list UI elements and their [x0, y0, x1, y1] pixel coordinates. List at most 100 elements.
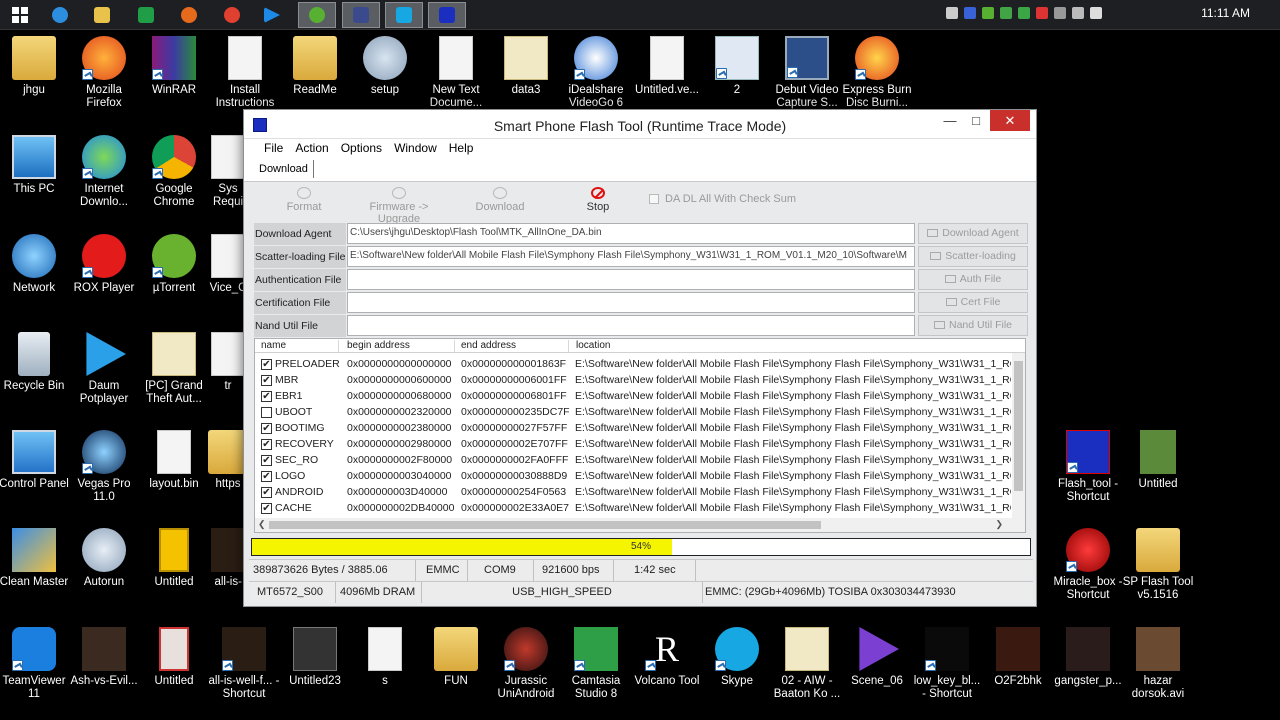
table-row[interactable]: ✔ EBR1 0x0000000000680000 0x000000000068…: [255, 388, 1015, 404]
horizontal-scrollbar[interactable]: ❮ ❯: [255, 518, 1025, 532]
desktop-icon-all-is-well-shortcut[interactable]: all-is-well-f... - Shortcut: [208, 627, 280, 701]
vertical-scroll-thumb[interactable]: [1014, 361, 1023, 491]
desktop-icon-untitled-2[interactable]: Untitled: [138, 627, 210, 688]
row-checkbox[interactable]: ✔: [261, 455, 272, 466]
row-checkbox[interactable]: ✔: [261, 503, 272, 514]
utorrent-taskbar-icon[interactable]: [298, 2, 336, 28]
authentication-field[interactable]: [347, 269, 915, 290]
desktop-icon-sp-flash-tool[interactable]: SP Flash Tool v5.1516: [1122, 528, 1194, 602]
scatter-loading-field[interactable]: E:\Software\New folder\All Mobile Flash …: [347, 246, 915, 267]
desktop-icon-autorun[interactable]: Autorun: [68, 528, 140, 589]
desktop-icon-readme[interactable]: ReadMe: [279, 36, 351, 97]
row-checkbox[interactable]: ✔: [261, 359, 272, 370]
desktop-icon-ash-vs-evil[interactable]: Ash-vs-Evil...: [68, 627, 140, 688]
desktop-icon-untitled-3[interactable]: Untitled: [1122, 430, 1194, 491]
scatter-loading-button[interactable]: Scatter-loading: [918, 246, 1028, 267]
desktop-icon-untitled-ve[interactable]: Untitled.ve...: [631, 36, 703, 97]
vertical-scrollbar[interactable]: [1012, 353, 1025, 518]
table-row[interactable]: UBOOT 0x0000000002320000 0x000000000235D…: [255, 404, 1015, 420]
table-row[interactable]: ✔ PRELOADER 0x0000000000000000 0x0000000…: [255, 356, 1015, 372]
desktop-icon-gangster[interactable]: gangster_p...: [1052, 627, 1124, 688]
table-row[interactable]: ✔ BOOTIMG 0x0000000002380000 0x000000000…: [255, 420, 1015, 436]
internet-explorer-taskbar-icon[interactable]: [46, 2, 74, 28]
scroll-left-icon[interactable]: ❮: [258, 519, 266, 530]
row-checkbox[interactable]: [261, 407, 272, 418]
app-tray-icon[interactable]: [1018, 7, 1030, 19]
row-checkbox[interactable]: ✔: [261, 375, 272, 386]
desktop-icon-https[interactable]: https: [208, 430, 248, 491]
desktop-icon-clean-master[interactable]: Clean Master: [0, 528, 70, 589]
desktop-icon-this-pc[interactable]: This PC: [0, 135, 70, 196]
desktop-icon-debut-video[interactable]: Debut Video Capture S...: [771, 36, 843, 110]
security-icon[interactable]: [964, 7, 976, 19]
desktop-icon-recycle-bin[interactable]: Recycle Bin: [0, 332, 70, 393]
desktop-icon-network[interactable]: Network: [0, 234, 70, 295]
desktop-icon-volcano-tool[interactable]: R Volcano Tool: [631, 627, 703, 688]
desktop-icon-vice-c[interactable]: Vice_C: [208, 234, 248, 295]
skype-taskbar-icon[interactable]: [385, 2, 423, 28]
title-bar[interactable]: Smart Phone Flash Tool (Runtime Trace Mo…: [244, 110, 1036, 139]
desktop-icon-camtasia[interactable]: Camtasia Studio 8: [560, 627, 632, 701]
table-row[interactable]: ✔ MBR 0x0000000000600000 0x0000000000600…: [255, 372, 1015, 388]
certification-field[interactable]: [347, 292, 915, 313]
keyboard-icon[interactable]: [946, 7, 958, 19]
row-checkbox[interactable]: ✔: [261, 423, 272, 434]
network-tray-icon[interactable]: [1054, 7, 1066, 19]
desktop-icon-s[interactable]: s: [349, 627, 421, 688]
menu-options[interactable]: Options: [335, 139, 388, 158]
flag-icon[interactable]: [1072, 7, 1084, 19]
da-checksum-checkbox[interactable]: DA DL All With Check Sum: [649, 193, 796, 205]
row-checkbox[interactable]: ✔: [261, 487, 272, 498]
stop-button[interactable]: Stop: [578, 187, 618, 213]
row-checkbox[interactable]: ✔: [261, 391, 272, 402]
desktop-icon-untitled23[interactable]: Untitled23: [279, 627, 351, 688]
volume-icon[interactable]: [1090, 7, 1102, 19]
desktop-icon-daum-potplayer[interactable]: Daum Potplayer: [68, 332, 140, 406]
scroll-right-icon[interactable]: ❯: [995, 519, 1003, 530]
column-location[interactable]: location: [570, 340, 1010, 353]
utorrent-tray-icon[interactable]: [982, 7, 994, 19]
table-row[interactable]: ✔ CACHE 0x000000002DB40000 0x000000002E3…: [255, 500, 1015, 516]
clock[interactable]: 11:11 AM: [1201, 6, 1250, 20]
menu-file[interactable]: File: [258, 139, 289, 158]
column-name[interactable]: name: [255, 340, 339, 353]
desktop-icon-rox-player[interactable]: ROX Player: [68, 234, 140, 295]
download-agent-field[interactable]: C:\Users\jhgu\Desktop\Flash Tool\MTK_All…: [347, 223, 915, 244]
desktop-icon-untitled-1[interactable]: Untitled: [138, 528, 210, 589]
start-button[interactable]: [6, 2, 34, 28]
desktop-icon-skype[interactable]: Skype: [701, 627, 773, 688]
desktop-icon-winrar[interactable]: WinRAR: [138, 36, 210, 97]
menu-help[interactable]: Help: [443, 139, 480, 158]
desktop-icon-miracle-box[interactable]: Miracle_box - Shortcut: [1052, 528, 1124, 602]
minimize-button[interactable]: —: [936, 110, 964, 131]
desktop-icon-2[interactable]: 2: [701, 36, 773, 97]
desktop-icon-express-burn[interactable]: Express Burn Disc Burni...: [841, 36, 913, 110]
excel-taskbar-icon[interactable]: [132, 2, 160, 28]
desktop-icon-sys-requi[interactable]: Sys Requi: [208, 135, 248, 209]
desktop-icon-gta[interactable]: [PC] Grand Theft Aut...: [138, 332, 210, 406]
menu-window[interactable]: Window: [388, 139, 443, 158]
desktop-icon-idealshare[interactable]: iDealshare VideoGo 6: [560, 36, 632, 110]
desktop-icon-scene-06[interactable]: Scene_06: [841, 627, 913, 688]
desktop-icon-internet-download[interactable]: Internet Downlo...: [68, 135, 140, 209]
tab-download[interactable]: Download: [254, 160, 314, 178]
desktop-icon-google-chrome[interactable]: Google Chrome: [138, 135, 210, 209]
desktop-icon-new-text-document[interactable]: New Text Docume...: [420, 36, 492, 110]
format-button[interactable]: Format: [274, 187, 334, 213]
table-row[interactable]: ✔ ANDROID 0x000000003D40000 0x0000000025…: [255, 484, 1015, 500]
desktop-icon-hazar-dorsok[interactable]: hazar dorsok.avi: [1122, 627, 1194, 701]
desktop-icon-setup[interactable]: setup: [349, 36, 421, 97]
table-row[interactable]: ✔ RECOVERY 0x0000000002980000 0x00000000…: [255, 436, 1015, 452]
auth-file-button[interactable]: Auth File: [918, 269, 1028, 290]
media-player-taskbar-icon[interactable]: [258, 2, 286, 28]
table-row[interactable]: ✔ LOGO 0x0000000003040000 0x000000000308…: [255, 468, 1015, 484]
maximize-button[interactable]: □: [962, 110, 990, 131]
table-row[interactable]: ✔ SEC_RO 0x0000000002F80000 0x0000000002…: [255, 452, 1015, 468]
desktop-icon-o2f2bhk[interactable]: O2F2bhk: [982, 627, 1054, 688]
download-agent-button[interactable]: Download Agent: [918, 223, 1028, 244]
nand-util-field[interactable]: [347, 315, 915, 336]
menu-action[interactable]: Action: [289, 139, 334, 158]
close-button[interactable]: ✕: [990, 110, 1030, 131]
antivirus-tray-icon[interactable]: [1036, 7, 1048, 19]
flash-tool-taskbar-icon[interactable]: [428, 2, 466, 28]
